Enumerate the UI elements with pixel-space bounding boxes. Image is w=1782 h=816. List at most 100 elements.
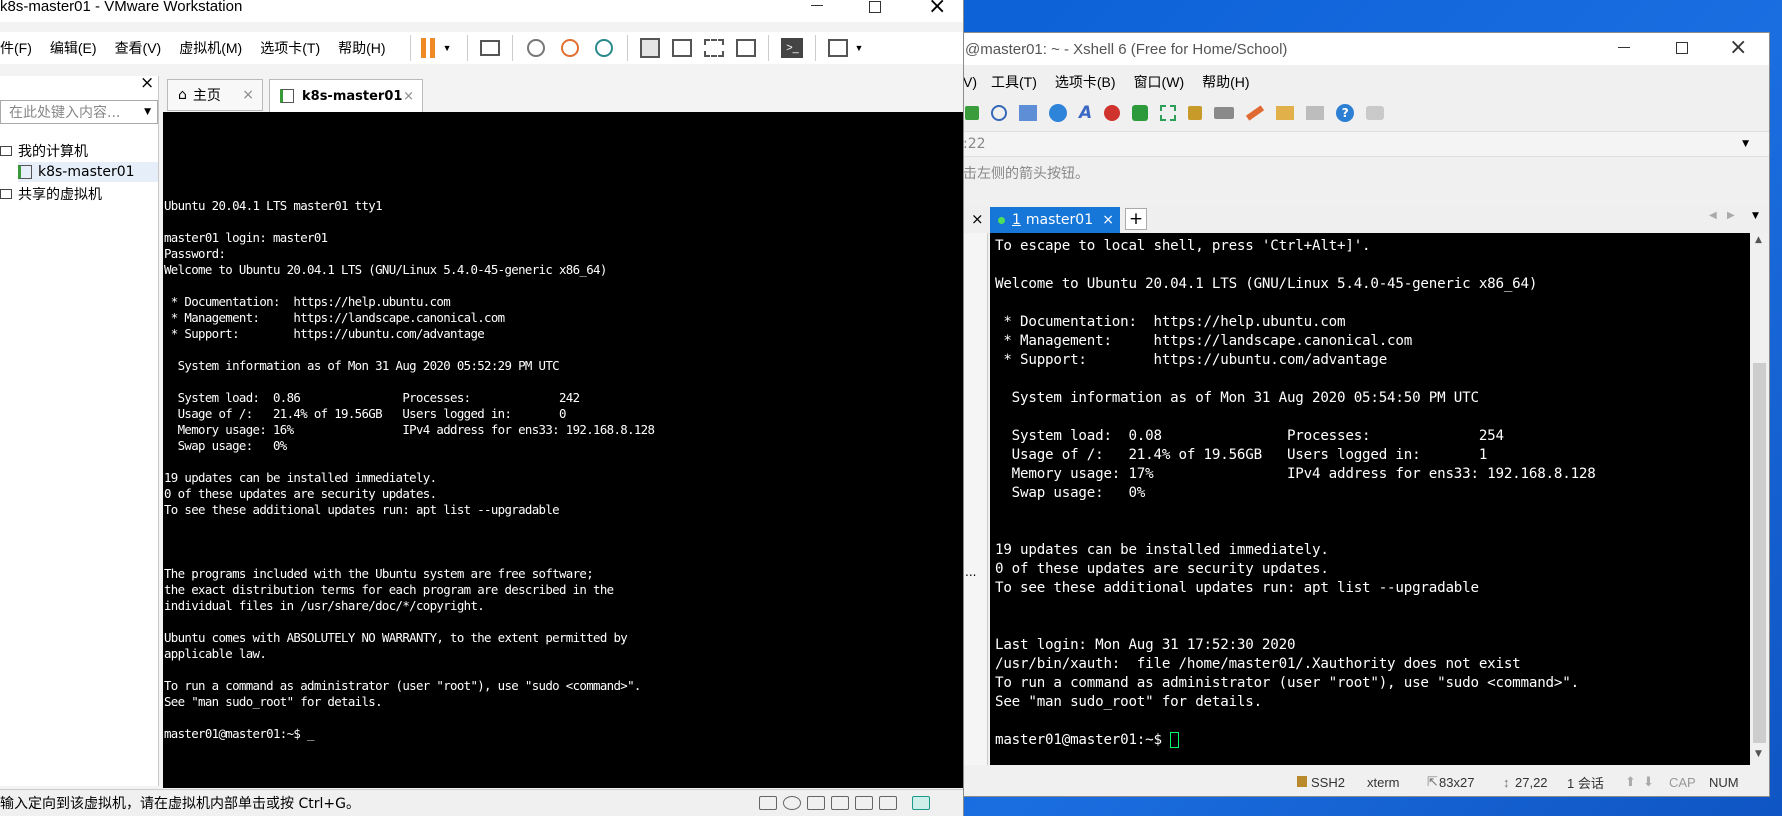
minimize-icon[interactable] [811,5,823,6]
full-screen-icon[interactable] [704,39,725,57]
library-close-icon[interactable]: × [140,73,154,93]
stretch-icon[interactable] [828,39,849,57]
new-tab-icon[interactable]: + [1125,208,1147,230]
layout-icon[interactable] [1306,106,1325,120]
snapshot-icon[interactable] [527,39,546,57]
library-view-icon[interactable] [640,38,661,58]
menu-tabs[interactable]: 选项卡(T) [260,38,320,58]
menu-tools[interactable]: 工具(T) [991,72,1037,92]
tab-close-icon[interactable]: × [1102,212,1114,228]
tree-shared[interactable]: 共享的虚拟机 [0,184,102,204]
xftp-icon[interactable] [1104,105,1121,121]
tab-next-icon[interactable]: ▶ [1727,210,1735,221]
cd-icon[interactable] [783,796,801,810]
menu-vm[interactable]: 虚拟机(M) [179,38,242,58]
chat-icon[interactable] [1366,106,1385,120]
menu-help[interactable]: 帮助(H) [338,38,385,58]
more-dots[interactable]: ... [965,565,976,579]
maximize-icon[interactable] [869,1,881,13]
tab-master01[interactable]: 1 master01 × [990,207,1120,233]
close-panel-icon[interactable]: × [971,210,984,228]
scroll-down-icon[interactable]: ▼ [1755,749,1762,759]
globe-icon[interactable] [1049,104,1067,122]
tree-my-computer[interactable]: 我的计算机 [0,141,88,161]
pause-dropdown-icon[interactable]: ▼ [443,43,452,53]
xshell-terminal[interactable]: To escape to local shell, press 'Ctrl+Al… [990,233,1750,765]
status-sessions: 1 会话 [1567,775,1604,791]
library-search[interactable]: 在此处键入内容... ▼ [0,100,158,124]
pause-icon[interactable] [420,38,435,58]
xshell-scrollbar[interactable]: ▲ ▼ [1750,233,1769,765]
network-icon[interactable] [807,796,825,810]
menu-view[interactable]: V) [963,74,977,90]
menu-view[interactable]: 查看(V) [115,38,162,58]
close-icon[interactable]: × [1729,35,1747,60]
unity-icon[interactable] [736,39,757,57]
console-line: Ubuntu comes with ABSOLUTELY NO WARRANTY… [164,630,628,645]
console-line: * Documentation: https://help.ubuntu.com [164,294,451,309]
vmware-title-bar[interactable]: k8s-master01 - VMware Workstation × [0,0,963,22]
highlight-icon[interactable] [1246,105,1265,121]
tab-menu-icon[interactable]: ▼ [1752,211,1759,221]
console-view-icon[interactable]: >_ [781,38,804,58]
menu-help[interactable]: 帮助(H) [1202,72,1249,92]
new-session-icon[interactable] [965,106,979,120]
revert-snapshot-icon[interactable] [561,39,580,57]
tree-vm[interactable]: k8s-master01 [18,162,158,182]
tab-vm[interactable]: k8s-master01 × [269,79,423,112]
chevron-down-icon[interactable]: ▼ [1742,139,1749,149]
xshell-title-bar[interactable]: @master01: ~ - Xshell 6 (Free for Home/S… [963,33,1769,65]
help-icon[interactable]: ? [1336,104,1355,122]
hdd-icon[interactable] [759,796,777,810]
keyboard-icon[interactable] [1214,107,1235,119]
xshell-title: @master01: ~ - Xshell 6 (Free for Home/S… [965,40,1288,58]
find-icon[interactable] [991,105,1007,121]
lock-status-icon [1297,776,1307,787]
tree-label: 共享的虚拟机 [18,187,102,203]
xshell-window: @master01: ~ - Xshell 6 (Free for Home/S… [962,32,1770,797]
console-line: 19 updates can be installed immediately. [164,470,437,485]
lock-icon[interactable] [1188,106,1203,120]
menu-file[interactable]: 件(F) [0,38,32,58]
vm-console[interactable]: Ubuntu 20.04.1 LTS master01 tty1 master01… [163,112,963,788]
tab-home[interactable]: ⌂ 主页 × [167,79,263,111]
menu-window[interactable]: 窗口(W) [1134,72,1185,92]
console-line: Welcome to Ubuntu 20.04.1 LTS (GNU/Linux… [164,262,607,277]
console-line: * Management: https://landscape.canonica… [164,310,505,325]
scroll-up-icon[interactable]: ▲ [1755,235,1762,245]
library-search-input[interactable]: 在此处键入内容... [1,102,120,122]
address-input[interactable]: :22 [963,136,986,152]
folder-icon[interactable] [1276,106,1295,120]
properties-icon[interactable] [1019,105,1037,121]
console-line: applicable law. [164,646,267,661]
send-keys-icon[interactable] [480,40,501,56]
sound-icon[interactable] [855,796,873,810]
console-line: To see these additional updates run: apt… [995,580,1479,596]
console-line: * Support: https://ubuntu.com/advantage [164,326,485,341]
printer-icon[interactable] [879,796,897,810]
fullscreen-icon[interactable] [1160,105,1177,121]
font-icon[interactable]: A [1079,103,1092,123]
scroll-thumb[interactable] [1753,363,1766,743]
snapshot-manager-icon[interactable] [595,39,614,57]
cursor-pos-icon: ↕ [1503,774,1510,790]
status-up-icon: ⬆ [1625,774,1636,789]
menu-tabs[interactable]: 选项卡(B) [1055,72,1116,92]
tab-prev-icon[interactable]: ◀ [1709,210,1717,221]
maximize-icon[interactable] [1676,42,1688,54]
xmanager-icon[interactable] [1132,105,1149,121]
minimize-icon[interactable] [1618,47,1630,48]
menu-edit[interactable]: 编辑(E) [50,38,97,58]
close-icon[interactable]: × [928,0,946,19]
tab-close-icon[interactable]: × [242,87,254,103]
chevron-down-icon[interactable]: ▼ [144,107,151,117]
usb-icon[interactable] [831,796,849,810]
thumbnail-view-icon[interactable] [672,39,693,57]
tab-close-icon[interactable]: × [403,89,414,104]
stretch-dropdown-icon[interactable]: ▼ [854,43,863,53]
address-bar[interactable]: :22 ▼ [963,131,1769,157]
message-icon[interactable] [912,796,930,810]
